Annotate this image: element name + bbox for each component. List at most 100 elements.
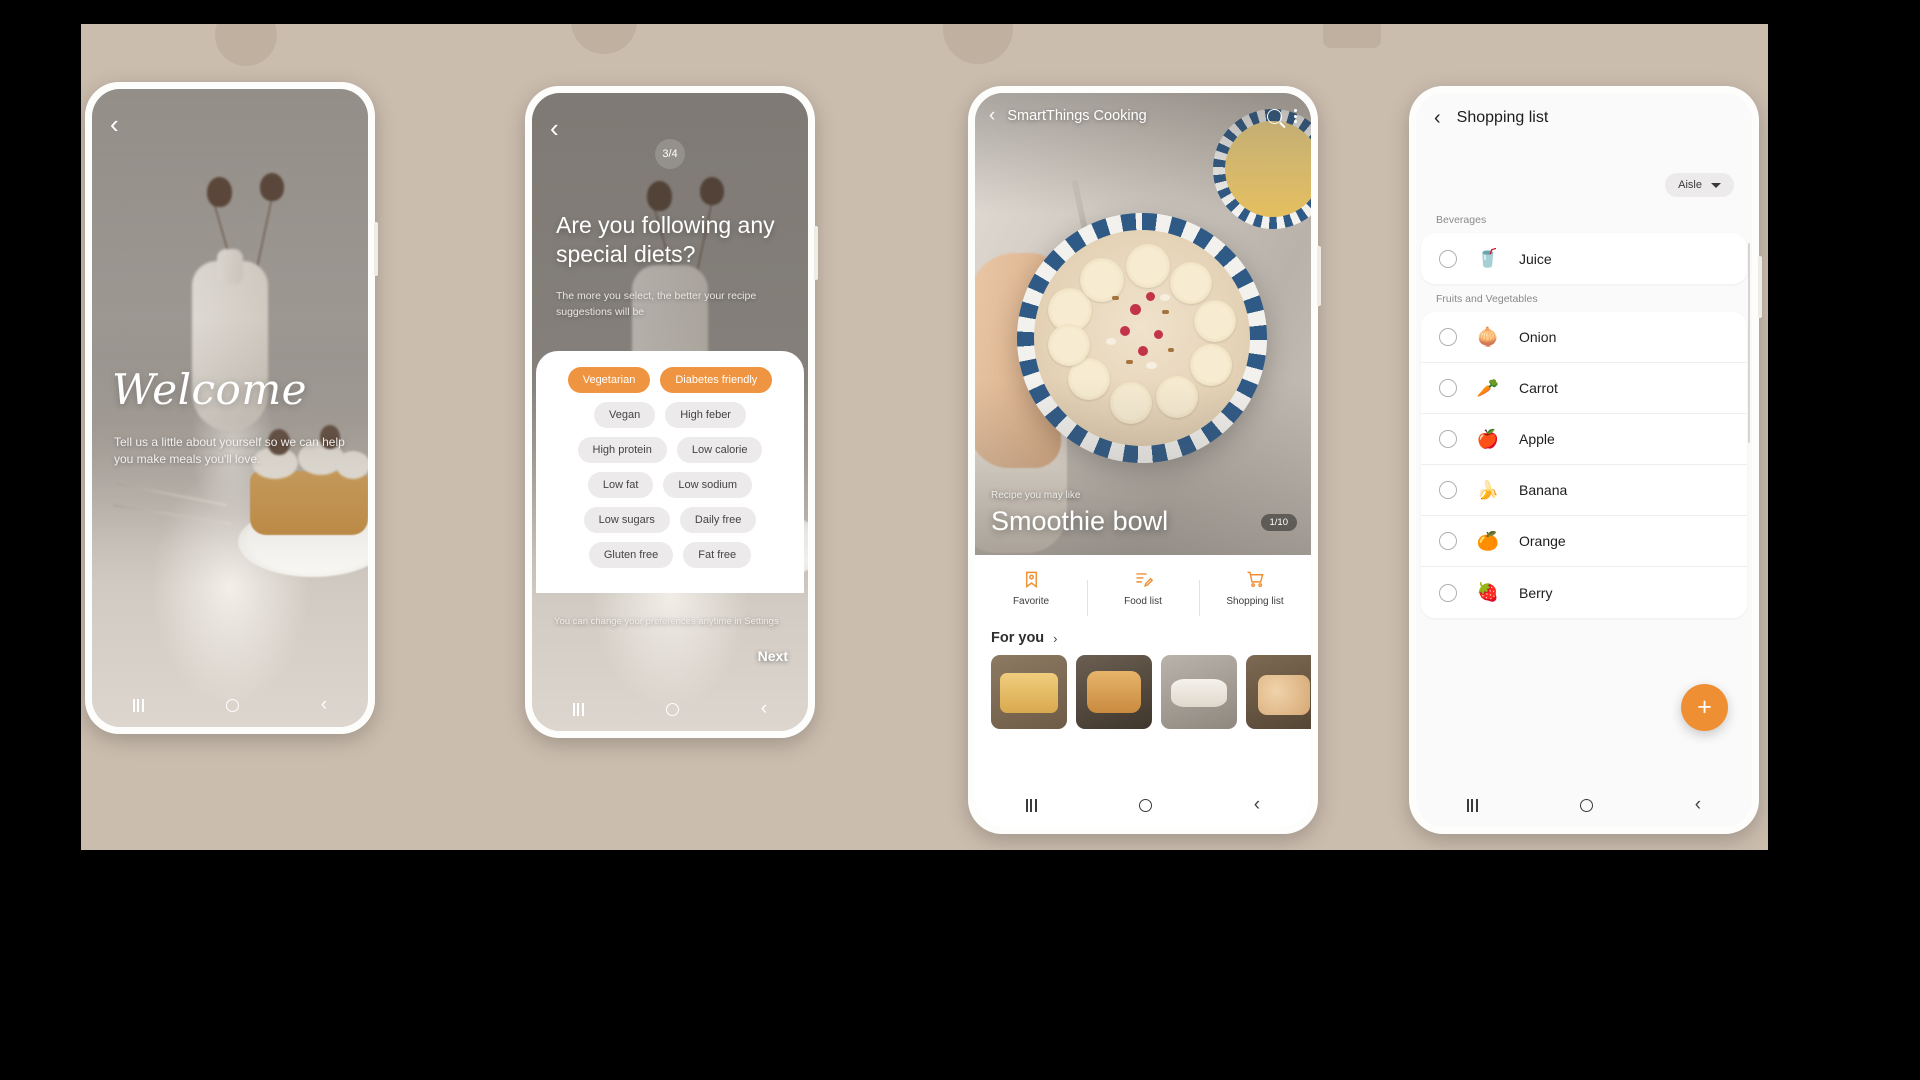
back-icon[interactable]: ‹	[989, 105, 995, 127]
next-button[interactable]: Next	[758, 648, 788, 664]
diet-chip[interactable]: Low calorie	[676, 437, 763, 463]
pastry-plate-thumbnail[interactable]	[1161, 655, 1237, 729]
system-navbar: ‹	[1416, 783, 1752, 827]
scrollbar[interactable]	[1747, 243, 1750, 443]
recents-icon[interactable]	[1466, 798, 1478, 812]
diet-chip-group: Vegetarian Diabetes friendly Vegan High feb…	[550, 367, 790, 568]
recents-icon[interactable]	[572, 702, 584, 716]
item-checkbox[interactable]	[1439, 532, 1457, 550]
diet-chip[interactable]: Gluten free	[588, 542, 674, 568]
section-title: For you	[991, 630, 1045, 646]
home-icon[interactable]	[1579, 798, 1593, 812]
phone-cooking-home: Recipe you may like Smoothie bowl 1/10 ‹…	[968, 86, 1321, 834]
list-item[interactable]: 🍓 Berry	[1421, 567, 1747, 618]
power-button[interactable]	[374, 222, 378, 276]
system-navbar: ‹	[92, 683, 368, 727]
action-shopping-list[interactable]: Shopping list	[1199, 570, 1311, 616]
item-label: Banana	[1519, 482, 1568, 498]
list-item[interactable]: 🍎 Apple	[1421, 414, 1747, 465]
group-card: 🥤 Juice	[1421, 233, 1747, 284]
power-button[interactable]	[1317, 246, 1321, 306]
back-icon[interactable]: ‹	[1434, 107, 1441, 130]
screen-cooking: Recipe you may like Smoothie bowl 1/10 ‹…	[975, 93, 1311, 827]
diet-chip[interactable]: High feber	[665, 402, 746, 428]
hero-kicker: Recipe you may like	[991, 490, 1081, 501]
nav-back-icon[interactable]: ‹	[761, 698, 767, 720]
item-checkbox[interactable]	[1439, 249, 1457, 268]
overflow-menu-icon[interactable]	[1294, 109, 1297, 123]
action-food-list[interactable]: Food list	[1087, 570, 1199, 616]
sort-label: Aisle	[1678, 179, 1702, 191]
hero-counter: 1/10	[1260, 514, 1297, 531]
screenshot-root: ‹ Welcome Tell us a little about yoursel…	[0, 0, 1920, 1080]
for-you-header[interactable]: For you ›	[975, 621, 1311, 655]
cart-icon	[1247, 571, 1264, 587]
diet-chip[interactable]: Fat free	[683, 542, 752, 568]
action-favorite[interactable]: Favorite	[975, 570, 1087, 607]
phone-diet-preferences: ‹ 3/4 Are you following any special diet…	[525, 86, 818, 738]
recipe-thumbnail-row	[975, 655, 1311, 737]
diet-chip[interactable]: Daily free	[679, 507, 757, 533]
item-emoji-icon: 🥕	[1473, 373, 1503, 403]
diet-chip[interactable]: Vegan	[594, 402, 656, 428]
add-item-button[interactable]: +	[1681, 684, 1728, 731]
item-label: Berry	[1519, 584, 1553, 601]
deco-shape	[1323, 24, 1381, 48]
list-item[interactable]: 🥕 Carrot	[1421, 363, 1747, 414]
list-item[interactable]: 🍌 Banana	[1421, 465, 1747, 516]
diet-chip[interactable]: Low sugars	[583, 507, 670, 533]
back-icon[interactable]: ‹	[110, 111, 119, 137]
group-header: Beverages	[1436, 214, 1487, 226]
item-emoji-icon: 🍌	[1473, 475, 1503, 505]
system-navbar: ‹	[975, 783, 1311, 827]
home-icon[interactable]	[225, 698, 239, 712]
item-label: Apple	[1519, 431, 1555, 447]
nav-back-icon[interactable]: ‹	[1695, 794, 1701, 816]
hero-recipe-image: Recipe you may like Smoothie bowl 1/10	[975, 93, 1311, 555]
action-label: Food list	[1124, 595, 1162, 607]
home-icon[interactable]	[1138, 798, 1152, 812]
system-navbar: ‹	[532, 687, 808, 731]
item-emoji-icon: 🍎	[1473, 424, 1503, 454]
home-icon[interactable]	[665, 702, 679, 716]
page-title: Welcome	[112, 365, 308, 414]
diet-chip[interactable]: Vegetarian	[567, 367, 651, 393]
recents-icon[interactable]	[132, 698, 144, 712]
sort-dropdown[interactable]: Aisle	[1665, 173, 1734, 197]
list-item[interactable]: 🥤 Juice	[1421, 233, 1747, 284]
diet-chip[interactable]: Low fat	[587, 472, 654, 498]
item-emoji-icon: 🧅	[1473, 322, 1503, 352]
recents-icon[interactable]	[1025, 798, 1037, 812]
power-button[interactable]	[1758, 256, 1762, 318]
item-label: Orange	[1519, 533, 1566, 549]
group-card: 🧅 Onion 🥕 Carrot 🍎 Apple 🍌 Banana 🍊 Orange 🍓 Berry	[1421, 312, 1747, 618]
diet-chip[interactable]: Diabetes friendly	[660, 367, 773, 393]
list-item[interactable]: 🧅 Onion	[1421, 312, 1747, 363]
item-checkbox[interactable]	[1439, 379, 1457, 397]
deco-circle	[943, 24, 1013, 64]
item-emoji-icon: 🍓	[1473, 577, 1503, 608]
back-icon[interactable]: ‹	[550, 115, 559, 141]
settings-note: You can change your preferences anytime …	[554, 616, 779, 627]
phone-shopping-list: ‹ Shopping list Aisle Beverages 🥤 Juice Fru…	[1409, 86, 1762, 834]
item-checkbox[interactable]	[1439, 583, 1457, 602]
power-button[interactable]	[814, 226, 818, 280]
deco-circle	[571, 24, 637, 54]
item-checkbox[interactable]	[1439, 481, 1457, 499]
nav-back-icon[interactable]: ‹	[1254, 794, 1260, 816]
hero-title: Smoothie bowl	[991, 506, 1169, 536]
cornbread-thumbnail[interactable]	[991, 655, 1067, 729]
nav-back-icon[interactable]: ‹	[321, 694, 327, 716]
diet-chip[interactable]: Low sodium	[663, 472, 753, 498]
search-icon[interactable]	[1267, 108, 1282, 124]
list-item[interactable]: 🍊 Orange	[1421, 516, 1747, 567]
shopping-groups: Beverages 🥤 Juice Fruits and Vegetables 🧅 Oni…	[1416, 205, 1752, 618]
screen-shopping-list: ‹ Shopping list Aisle Beverages 🥤 Juice Fru…	[1416, 93, 1752, 827]
diet-chip[interactable]: High protein	[577, 437, 667, 463]
app-bar: ‹ SmartThings Cooking	[975, 93, 1311, 139]
braised-chicken-thumbnail[interactable]	[1076, 655, 1152, 729]
item-checkbox[interactable]	[1439, 430, 1457, 448]
eggs-basket-thumbnail[interactable]	[1246, 655, 1311, 729]
item-checkbox[interactable]	[1439, 328, 1457, 346]
phone-welcome: ‹ Welcome Tell us a little about yoursel…	[85, 82, 378, 734]
